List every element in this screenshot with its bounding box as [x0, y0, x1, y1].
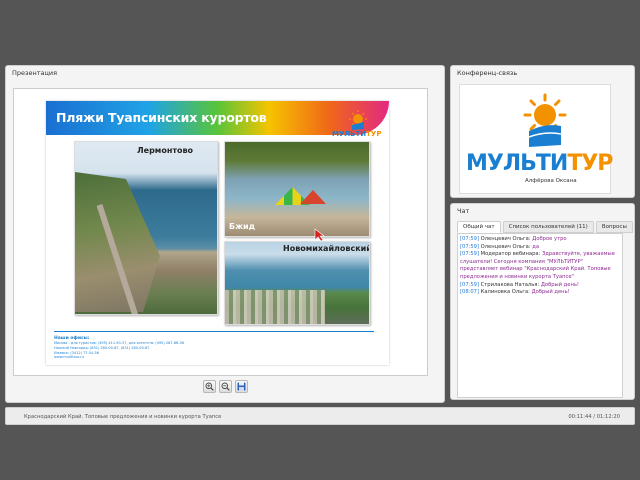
presenter-name: Алфёрова Оксана: [524, 178, 578, 184]
chat-panel: Чат Общий чат Список пользователей (11) …: [450, 203, 635, 400]
logo-text-a: МУЛЬТИ: [466, 151, 568, 176]
chat-message: [07:59] Оленцевич Ольга: Доброе утро: [460, 236, 620, 244]
message-author: Стрилакова Наталья:: [480, 281, 540, 288]
message-author: Модератор вебинара:: [480, 251, 541, 258]
photo-label: Бжид: [229, 222, 256, 231]
sun-logo-icon: [523, 93, 567, 147]
logo-text-a: МУЛЬТИ: [332, 130, 367, 138]
offices-line: www.multitour.ru: [54, 355, 84, 360]
message-time: [07:59]: [460, 251, 479, 258]
conference-title: Конференц-связь: [457, 69, 518, 77]
presentation-toolbar: [203, 380, 248, 394]
message-text: Доброе утро: [532, 236, 567, 242]
slide-viewport: Пляжи Туапсинских курортов МУЛЬТИТУР Лер…: [13, 88, 428, 376]
playback-time: 00:11:44 / 01:12:20: [568, 414, 620, 420]
message-author: Калиновка Ольга:: [480, 289, 530, 296]
message-text: Добрый день!: [540, 281, 579, 288]
message-author: Оленцевич Ольга:: [480, 236, 531, 242]
slide-logo-text: МУЛЬТИТУР: [332, 130, 381, 138]
logo-text-b: ТУР: [567, 151, 613, 176]
slide: Пляжи Туапсинских курортов МУЛЬТИТУР Лер…: [46, 101, 389, 365]
message-time: [08:07]: [460, 289, 479, 296]
photo-label: Лермонтово: [137, 146, 194, 155]
photo-town: [225, 290, 325, 324]
status-bar: Краснодарский Край. Топовые предложения …: [5, 407, 635, 425]
photo-label: Новомихайловский: [283, 244, 370, 253]
zoom-out-icon: [221, 382, 230, 391]
save-icon: [237, 382, 246, 391]
offices-block: Наши офисы: Москва - для туристов: (495)…: [54, 331, 374, 365]
presentation-title: Презентация: [12, 69, 58, 77]
tab-questions[interactable]: Вопросы: [595, 221, 633, 233]
conference-panel: Конференц-связь МУЛЬТИТУР Алфёрова Оксан…: [450, 65, 635, 198]
message-time: [07:59]: [460, 243, 479, 250]
logo-text-b: ТУР: [366, 130, 382, 138]
chat-tabs: Общий чат Список пользователей (11) Вопр…: [457, 221, 633, 233]
photo-umbrella: [300, 190, 326, 204]
message-author: Оленцевич Ольга:: [480, 243, 531, 250]
message-time: [07:59]: [460, 281, 479, 288]
message-time: [07:59]: [460, 236, 479, 242]
video-feed: МУЛЬТИТУР Алфёрова Оксана: [459, 84, 613, 194]
message-text: Добрый день!: [531, 289, 570, 296]
conference-logo-text: МУЛЬТИТУР: [466, 151, 613, 176]
photo-bzhid: Бжид: [224, 141, 370, 237]
pointer-cursor-icon: [314, 228, 325, 242]
presentation-panel: Презентация Пляжи Туапсинских курортов М…: [5, 65, 445, 403]
photo-lermontovo: Лермонтово: [74, 141, 218, 315]
chat-log[interactable]: [07:59] Оленцевич Ольга: Доброе утро [07…: [457, 233, 623, 398]
photo-novomikhaylovsky: Новомихайловский: [224, 241, 370, 325]
message-text: да: [532, 243, 540, 250]
chat-message: [07:59] Модератор вебинара: Здравствуйте…: [460, 251, 620, 281]
zoom-in-icon: [205, 382, 214, 391]
save-button[interactable]: [235, 380, 248, 393]
tab-general-chat[interactable]: Общий чат: [457, 221, 501, 233]
slide-title: Пляжи Туапсинских курортов: [56, 110, 267, 125]
chat-message: [08:07] Калиновка Ольга: Добрый день!: [460, 289, 620, 297]
photo-coast: [75, 172, 160, 312]
chat-title: Чат: [457, 207, 470, 215]
zoom-in-button[interactable]: [203, 380, 216, 393]
webinar-title: Краснодарский Край. Топовые предложения …: [24, 414, 222, 420]
tab-user-list[interactable]: Список пользователей (11): [502, 221, 594, 233]
zoom-out-button[interactable]: [219, 380, 232, 393]
